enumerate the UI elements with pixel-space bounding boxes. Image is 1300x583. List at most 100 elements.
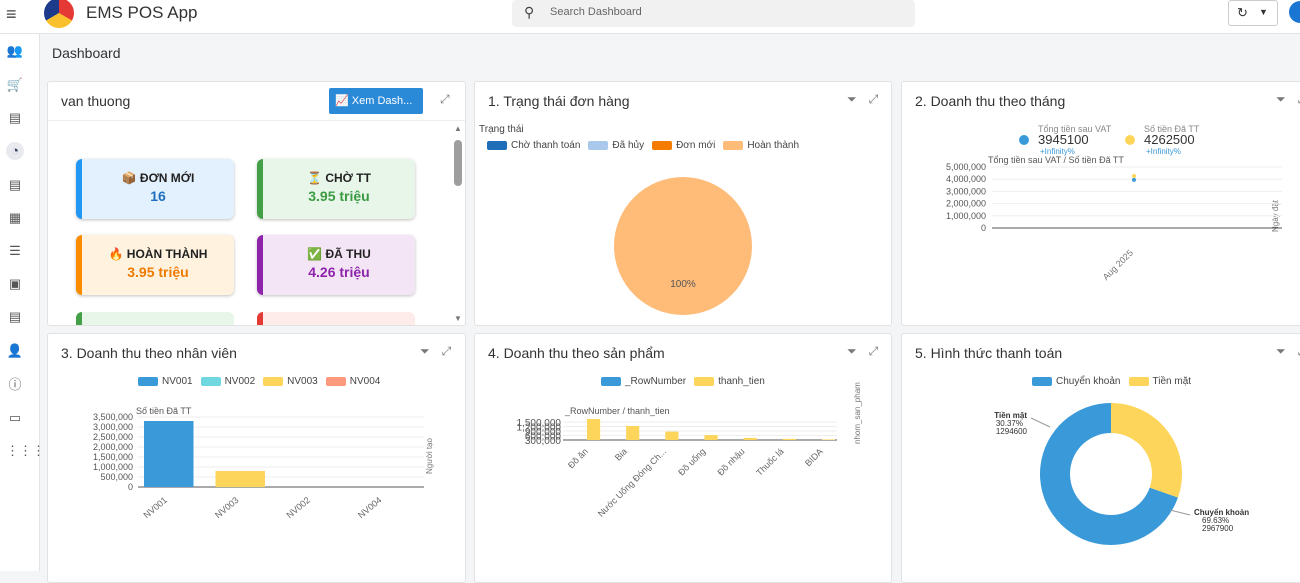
- users-icon[interactable]: 👤: [6, 342, 24, 360]
- label-leader: [1030, 417, 1051, 428]
- refresh-button[interactable]: ↻ ▼: [1228, 0, 1278, 26]
- series-change: +Infinity%: [1146, 147, 1181, 156]
- slice-value: 1294600: [996, 427, 1028, 436]
- chart-icon: 📈: [335, 95, 352, 107]
- divider: [48, 120, 465, 121]
- x-tick-label: Nước Uống Đóng Ch...: [596, 446, 668, 518]
- kpi-card[interactable]: 🔥 HOÀN THÀNH 3.95 triệu: [76, 235, 234, 295]
- donut-label: Tiền mặt30.37%1294600: [994, 411, 1027, 436]
- file-icon[interactable]: ▤: [6, 308, 24, 326]
- scrollbar[interactable]: ▲ ▼: [454, 124, 462, 323]
- bar[interactable]: [821, 439, 835, 440]
- bar[interactable]: [626, 426, 640, 440]
- x-tick-label: Bia: [613, 446, 629, 462]
- y-tick-label: 4,000,000: [946, 174, 986, 184]
- search-bar[interactable]: ⚲ Search Dashboard: [512, 0, 915, 27]
- y-tick-label: 2,500,000: [93, 432, 133, 442]
- scrollbar-thumb[interactable]: [454, 140, 462, 186]
- y-tick-label: 0: [128, 482, 133, 492]
- y-tick-label: 3,000,000: [93, 422, 133, 432]
- cart-icon[interactable]: 🛒: [6, 76, 24, 94]
- scroll-up-icon[interactable]: ▲: [454, 124, 462, 133]
- y-tick-label: 2,000,000: [946, 199, 986, 209]
- y-tick-label: 3,500,000: [93, 412, 133, 422]
- document-icon[interactable]: ▤: [6, 176, 24, 194]
- scroll-down-icon[interactable]: ▼: [454, 314, 462, 323]
- x-tick-label: NV002: [285, 495, 313, 520]
- bar[interactable]: [704, 435, 718, 440]
- series-summary: 4262500: [1144, 132, 1195, 147]
- dashboard-icon[interactable]: ◔: [6, 142, 24, 160]
- sidebar: 👥 🛒 ▤ ◔ ▤ ▦ ☰ ▣ ▤ 👤 ⓘ ▭ ⋮⋮⋮: [0, 34, 45, 571]
- app-logo: [44, 0, 74, 28]
- kpi-card-partial: [257, 312, 415, 325]
- order-status-panel: 1. Trạng thái đơn hàng ⏷ ⤢ Trạng thái Chờ…: [474, 81, 892, 326]
- revenue-by-product-panel: 4. Doanh thu theo sản phẩm ⏷ ⤢ _RowNumber…: [474, 333, 892, 583]
- y-axis-label: Tổng tiền sau VAT / Số tiền Đã TT: [988, 155, 1124, 165]
- expand-icon[interactable]: ⤢: [440, 92, 450, 107]
- kpi-label: 📦 ĐƠN MỚI: [121, 171, 195, 185]
- info-icon[interactable]: ⓘ: [6, 376, 24, 394]
- pie-label: 100%: [670, 279, 696, 290]
- y-tick-label: 300,000: [525, 436, 562, 447]
- menu-icon[interactable]: ≡: [6, 4, 17, 25]
- x-axis-label: nhom_san_pham: [853, 382, 862, 444]
- x-tick-label: NV003: [213, 495, 241, 520]
- bar[interactable]: [215, 471, 266, 487]
- boxes-icon[interactable]: ▦: [6, 209, 24, 227]
- x-tick-label: NV001: [142, 495, 170, 520]
- bar[interactable]: [782, 438, 796, 440]
- view-dashboard-button[interactable]: 📈 Xem Dash...: [329, 88, 423, 114]
- y-tick-label: 500,000: [100, 472, 133, 482]
- bar[interactable]: [743, 437, 757, 440]
- bar[interactable]: [587, 419, 601, 440]
- avatar[interactable]: [1289, 1, 1300, 23]
- kpi-card-partial: [76, 312, 234, 325]
- y-axis-label: _RowNumber / thanh_tien: [564, 406, 670, 416]
- x-tick-label: Đồ uống: [676, 446, 707, 477]
- x-tick-label: NV004: [356, 495, 384, 520]
- data-point[interactable]: [1132, 173, 1136, 178]
- y-tick-label: 3,000,000: [946, 186, 986, 196]
- y-tick-label: 1,500,000: [93, 452, 133, 462]
- id-card-icon[interactable]: ▣: [6, 275, 24, 293]
- x-axis-label: Người tạo: [425, 438, 434, 475]
- handshake-icon[interactable]: 👥: [6, 42, 24, 60]
- refresh-icon: ↻: [1237, 5, 1248, 20]
- kpi-card[interactable]: ⏳ CHỜ TT 3.95 triệu: [257, 159, 415, 219]
- view-dashboard-label: Xem Dash...: [351, 95, 413, 107]
- x-tick-label: Thuốc lá: [754, 446, 785, 477]
- monthly-chart: Tổng tiền sau VAT 3945100 +Infinity% Số …: [946, 124, 1282, 282]
- panel-title: van thuong: [61, 93, 131, 109]
- label-leader: [1169, 509, 1191, 516]
- y-tick-label: 1,000,000: [93, 462, 133, 472]
- kpi-card[interactable]: 📦 ĐƠN MỚI 16: [76, 159, 234, 219]
- kpi-card[interactable]: ✅ ĐÃ THU 4.26 triệu: [257, 235, 415, 295]
- bar[interactable]: [665, 431, 679, 440]
- kpi-value: 3.95 triệu: [308, 188, 370, 204]
- x-tick-label: Đồ nhậu: [715, 446, 746, 477]
- apps-icon[interactable]: ⋮⋮⋮: [6, 442, 45, 460]
- data-point[interactable]: [1132, 177, 1136, 182]
- y-tick-label: 1,000,000: [946, 211, 986, 221]
- chevron-down-icon[interactable]: ▼: [1259, 7, 1268, 17]
- feedback-icon[interactable]: ▭: [6, 409, 24, 427]
- donut-slice[interactable]: [1111, 403, 1182, 498]
- revenue-by-employee-panel: 3. Doanh thu theo nhân viên ⏷ ⤢ NV001 NV00…: [47, 333, 466, 583]
- kpi-value: 4.26 triệu: [308, 264, 370, 280]
- search-input[interactable]: Search Dashboard: [550, 6, 642, 18]
- legend-dot: [1125, 135, 1135, 145]
- revenue-by-month-panel: 2. Doanh thu theo tháng ⏷⤢ Tổng tiền sau…: [901, 81, 1300, 326]
- breadcrumb: Dashboard: [52, 45, 121, 61]
- payment-method-panel: 5. Hình thức thanh toán ⏷⤢ Chuyển khoảnT…: [901, 333, 1300, 583]
- product-chart: _RowNumber / thanh_tien nhom_san_pham 1,…: [517, 382, 863, 519]
- y-axis-label: Số tiền Đã TT: [136, 406, 192, 416]
- kpi-label: ⏳ CHỜ TT: [307, 171, 371, 185]
- x-tick-label: BIDA: [803, 446, 825, 468]
- database-icon[interactable]: ☰: [6, 242, 24, 260]
- slice-value: 2967900: [1202, 524, 1234, 533]
- bar[interactable]: [144, 421, 194, 487]
- search-icon: ⚲: [524, 4, 535, 20]
- invoice-icon[interactable]: ▤: [6, 109, 24, 127]
- y-tick-label: 0: [981, 223, 986, 233]
